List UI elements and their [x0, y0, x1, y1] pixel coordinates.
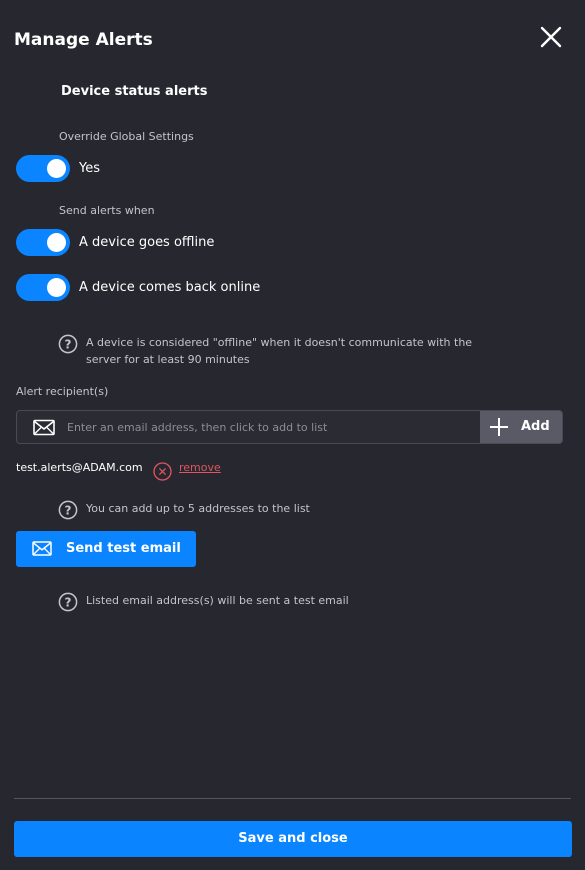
section-heading: Device status alerts [61, 84, 208, 99]
email-input[interactable] [63, 411, 478, 443]
remove-recipient-link[interactable]: remove [179, 460, 221, 476]
send-test-email-label: Send test email [66, 541, 181, 556]
override-label: Override Global Settings [59, 130, 194, 143]
save-and-close-label: Save and close [238, 831, 348, 846]
footer-divider [14, 798, 571, 799]
add-email-button[interactable]: Add [480, 411, 562, 443]
email-input-group: Add [16, 410, 563, 444]
add-button-label: Add [521, 419, 550, 434]
override-toggle[interactable] [16, 155, 70, 182]
close-icon [540, 26, 562, 48]
save-and-close-button[interactable]: Save and close [14, 821, 572, 857]
recipient-email: test.alerts@ADAM.com [16, 461, 143, 474]
recipients-label: Alert recipient(s) [16, 385, 109, 398]
remove-circle-icon[interactable] [153, 462, 172, 481]
envelope-icon [33, 419, 55, 436]
help-circle-icon: ? [58, 500, 78, 520]
envelope-icon [32, 541, 52, 556]
toggle-knob [47, 159, 66, 178]
svg-text:?: ? [65, 503, 72, 517]
help-circle-icon: ? [58, 334, 78, 354]
svg-text:?: ? [65, 337, 72, 351]
toggle-knob [47, 278, 66, 297]
svg-text:?: ? [65, 595, 72, 609]
offline-alert-label: A device goes offline [79, 235, 215, 250]
address-limit-help: You can add up to 5 addresses to the lis… [86, 502, 310, 515]
offline-help-line-2: server for at least 90 minutes [86, 353, 250, 366]
dialog-title: Manage Alerts [14, 30, 153, 50]
override-toggle-label: Yes [79, 161, 100, 176]
toggle-knob [47, 233, 66, 252]
help-circle-icon: ? [58, 592, 78, 612]
send-alerts-label: Send alerts when [59, 204, 155, 217]
send-test-email-button[interactable]: Send test email [16, 531, 196, 567]
online-alert-toggle[interactable] [16, 274, 70, 301]
test-email-help: Listed email address(s) will be sent a t… [86, 594, 349, 607]
offline-help-line-1: A device is considered "offline" when it… [86, 336, 473, 349]
close-button[interactable] [536, 22, 566, 52]
online-alert-label: A device comes back online [79, 280, 261, 295]
plus-icon [490, 418, 508, 436]
offline-alert-toggle[interactable] [16, 229, 70, 256]
